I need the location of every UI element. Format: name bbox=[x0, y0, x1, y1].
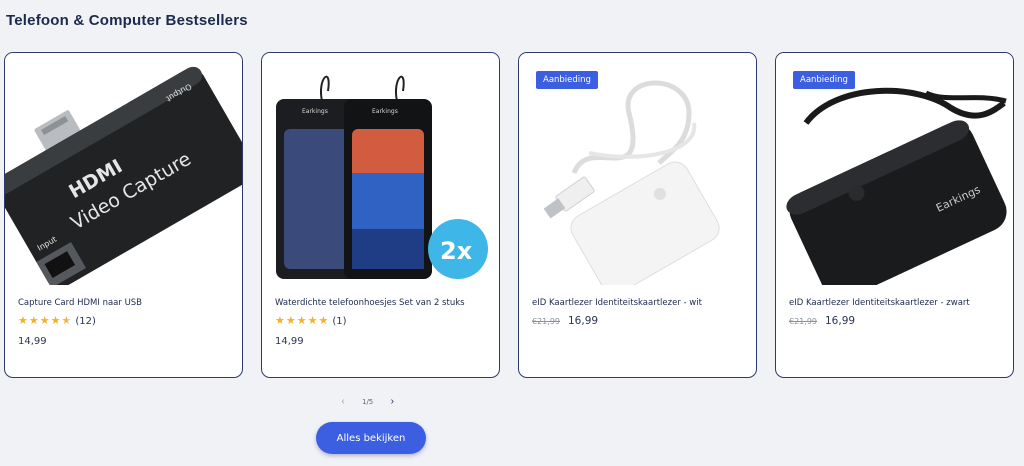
sale-price: 16,99 bbox=[568, 315, 599, 327]
product-card-eid-reader-black[interactable]: Earkings Aanbieding eID Kaartlezer Ident… bbox=[775, 52, 1014, 378]
rating-stars: ★ ★ ★ ★ ★ bbox=[18, 316, 71, 327]
product-card-eid-reader-white[interactable]: Aanbieding eID Kaartlezer Identiteitskaa… bbox=[518, 52, 757, 378]
sale-badge: Aanbieding bbox=[793, 71, 855, 89]
review-count: (1) bbox=[332, 316, 347, 327]
product-image[interactable]: HDMI Video Capture Input Output bbox=[5, 53, 242, 285]
rating-stars: ★ ★ ★ ★ ★ bbox=[275, 316, 328, 327]
image-label-earkings-1: Earkings bbox=[302, 108, 328, 115]
product-card-phone-cases[interactable]: Earkings Earkings 2x Waterdichte telefoo… bbox=[261, 52, 500, 378]
star-icon: ★ bbox=[275, 315, 285, 327]
product-rating: ★ ★ ★ ★ ★ (1) bbox=[275, 316, 347, 328]
price-row: €21,99 16,99 bbox=[532, 315, 598, 327]
original-price: €21,99 bbox=[532, 317, 560, 326]
star-icon: ★ bbox=[39, 315, 50, 327]
section-title: Telefoon & Computer Bestsellers bbox=[6, 12, 248, 29]
star-icon: ★ bbox=[318, 315, 329, 327]
sale-price: 16,99 bbox=[825, 315, 856, 327]
image-label-2x: 2x bbox=[440, 237, 473, 265]
page-indicator: 1/5 bbox=[362, 397, 374, 406]
product-rating: ★ ★ ★ ★ ★ (12) bbox=[18, 316, 96, 328]
sale-badge: Aanbieding bbox=[536, 71, 598, 89]
chevron-right-icon[interactable]: › bbox=[387, 396, 397, 407]
product-price: 14,99 bbox=[275, 336, 304, 347]
star-icon: ★ bbox=[307, 315, 318, 327]
star-half-icon: ★ bbox=[61, 315, 72, 327]
review-count: (12) bbox=[75, 316, 96, 327]
chevron-left-icon[interactable]: ‹ bbox=[338, 396, 348, 407]
star-icon: ★ bbox=[50, 315, 61, 327]
view-all-button[interactable]: Alles bekijken bbox=[316, 422, 426, 454]
original-price: €21,99 bbox=[789, 317, 817, 326]
product-title[interactable]: eID Kaartlezer Identiteitskaartlezer - w… bbox=[532, 298, 702, 308]
product-card-capture-card[interactable]: HDMI Video Capture Input Output Capture … bbox=[4, 52, 243, 378]
carousel-pagination: ‹ 1/5 › bbox=[338, 396, 397, 407]
image-label-earkings-2: Earkings bbox=[372, 108, 398, 115]
product-image[interactable]: Aanbieding bbox=[519, 53, 756, 285]
product-title[interactable]: eID Kaartlezer Identiteitskaartlezer - z… bbox=[789, 298, 970, 308]
product-grid: HDMI Video Capture Input Output Capture … bbox=[4, 52, 1014, 378]
star-icon: ★ bbox=[285, 315, 296, 327]
product-title[interactable]: Capture Card HDMI naar USB bbox=[18, 298, 142, 308]
product-price: 14,99 bbox=[18, 336, 47, 347]
product-image[interactable]: Earkings Aanbieding bbox=[776, 53, 1013, 285]
product-image[interactable]: Earkings Earkings 2x bbox=[262, 53, 499, 285]
star-icon: ★ bbox=[296, 315, 307, 327]
product-title[interactable]: Waterdichte telefoonhoesjes Set van 2 st… bbox=[275, 298, 465, 308]
price-row: €21,99 16,99 bbox=[789, 315, 855, 327]
star-icon: ★ bbox=[18, 315, 28, 327]
star-icon: ★ bbox=[28, 315, 39, 327]
